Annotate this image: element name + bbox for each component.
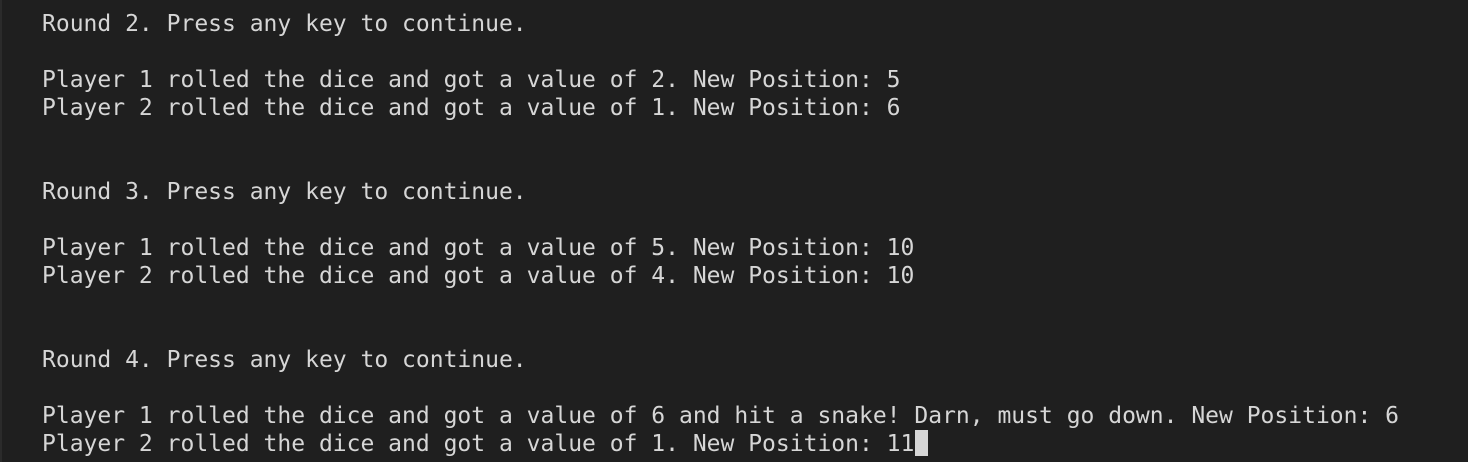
terminal-cursor [915,430,929,456]
player-roll-line: Player 1 rolled the dice and got a value… [42,67,901,93]
terminal-output[interactable]: Round 2. Press any key to continue. Play… [0,0,1468,462]
player-roll-line: Player 1 rolled the dice and got a value… [42,235,915,261]
terminal-left-border [0,0,2,462]
player-roll-line: Player 2 rolled the dice and got a value… [42,95,901,121]
player-roll-line: Player 1 rolled the dice and got a value… [42,403,1400,429]
player-roll-line: Player 2 rolled the dice and got a value… [42,431,915,457]
current-line: Player 2 rolled the dice and got a value… [42,430,1468,458]
round-prompt-line: Round 2. Press any key to continue. [42,11,527,37]
round-prompt-line: Round 4. Press any key to continue. [42,347,527,373]
round-prompt-line: Round 3. Press any key to continue. [42,179,527,205]
player-roll-line: Player 2 rolled the dice and got a value… [42,263,915,289]
